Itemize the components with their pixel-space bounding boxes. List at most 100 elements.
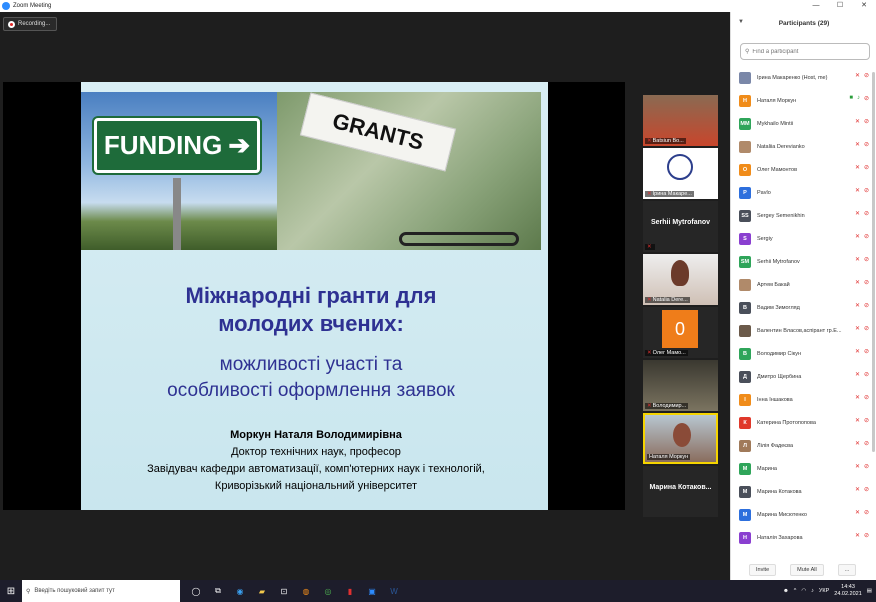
participant-row[interactable]: SM Serhii Mytrofanov ✕ ⊘ (731, 250, 876, 273)
firefox-icon[interactable]: ◍ (298, 583, 314, 599)
participant-name: Sergey Semenikhin (757, 212, 805, 219)
participant-avatar: М (739, 485, 751, 498)
zoom-app-icon[interactable]: ▣ (364, 583, 380, 599)
volume-icon[interactable]: ♪ (811, 588, 814, 594)
participant-avatar: К (739, 416, 751, 429)
participant-avatar: SM (739, 255, 751, 268)
maximize-button[interactable]: ☐ (828, 0, 852, 12)
file-explorer-icon[interactable]: ▰ (254, 583, 270, 599)
video-tile[interactable]: 0 ✕Олег Мамо... (643, 307, 718, 358)
video-off-icon: ⊘ (863, 73, 869, 79)
participant-row[interactable]: S Sergiy ✕ ⊘ (731, 227, 876, 250)
participant-row[interactable]: М Марина Мисютенко ✕ ⊘ (731, 503, 876, 526)
pdf-reader-icon[interactable]: ▮ (342, 583, 358, 599)
video-tile[interactable]: Марина Котаков... (643, 466, 718, 517)
participant-row[interactable]: І Інна Іншакова ✕ ⊘ (731, 388, 876, 411)
participant-status-icons: ✕ ⊘ (855, 486, 869, 493)
participant-row[interactable]: Валентин Власов,аспірант гр.Е... ✕ ⊘ (731, 319, 876, 342)
participant-name: Артем Бакай (757, 281, 790, 288)
chrome-icon[interactable]: ◎ (320, 583, 336, 599)
mic-muted-icon: ✕ (647, 191, 652, 197)
minimize-button[interactable]: — (804, 0, 828, 12)
participants-title: Participants (29) (778, 19, 830, 27)
glasses-graphic (399, 232, 519, 246)
participant-video (671, 260, 689, 286)
participant-row[interactable]: Nataliia Derevianko ✕ ⊘ (731, 135, 876, 158)
video-off-icon: ⊘ (863, 349, 869, 355)
participant-search[interactable]: ⚲ (740, 43, 870, 60)
notifications-icon[interactable]: ▤ (867, 588, 872, 594)
participant-status-icons: ✕ ⊘ (855, 187, 869, 194)
participant-row[interactable]: М Марина Котакова ✕ ⊘ (731, 480, 876, 503)
participant-avatar: М (739, 508, 751, 521)
close-button[interactable]: ✕ (852, 0, 876, 12)
author-degree: Доктор технічних наук, професор (231, 446, 401, 458)
wifi-icon[interactable]: ◠ (801, 588, 806, 594)
video-tile[interactable]: Serhii Mytrofanov ✕ (643, 201, 718, 252)
task-view-icon[interactable]: ◯ (188, 583, 204, 599)
participant-row[interactable]: MM Mykhailo Mintii ✕ ⊘ (731, 112, 876, 135)
person-icon[interactable]: ☻ (783, 588, 789, 594)
language-indicator[interactable]: УКР (819, 588, 829, 594)
participant-row[interactable]: Ірина Макаренко (Host, me) ✕ ⊘ (731, 66, 876, 89)
participant-row[interactable]: SS Sergey Semenikhin ✕ ⊘ (731, 204, 876, 227)
participant-search-input[interactable] (752, 48, 863, 55)
participant-row[interactable]: К Катерина Протопопова ✕ ⊘ (731, 411, 876, 434)
mic-muted-icon: ✕ (854, 257, 860, 263)
participant-name: Марина (757, 465, 777, 472)
taskbar-search[interactable]: ⚲ Введіть пошуковий запит тут (22, 580, 180, 602)
video-tile[interactable]: ✕Ірина Макаре... (643, 148, 718, 199)
active-speaker-tile[interactable]: Наталя Моркун (643, 413, 718, 464)
participant-row[interactable]: О Олег Мамонтов ✕ ⊘ (731, 158, 876, 181)
store-icon[interactable]: ⊡ (276, 583, 292, 599)
mic-muted-icon: ✕ (854, 211, 860, 217)
participant-row[interactable]: В Вадим Зимогляд ✕ ⊘ (731, 296, 876, 319)
participant-status-icons: ✕ ⊘ (855, 417, 869, 424)
slide-title: Міжнародні гранти для молодих вчених: (185, 283, 437, 336)
more-options-button[interactable]: ... (837, 564, 857, 576)
word-app-icon[interactable]: W (386, 583, 402, 599)
mic-muted-icon: ✕ (854, 349, 860, 355)
video-tile[interactable]: ✕Natalia Dere... (643, 254, 718, 305)
video-off-icon: ⊘ (863, 510, 869, 516)
participant-name: Володимир Сікун (757, 350, 801, 357)
video-tile[interactable]: ✕Володимир... (643, 360, 718, 411)
participant-row[interactable]: Д Дмитро Щербина ✕ ⊘ (731, 365, 876, 388)
university-crest-icon (667, 154, 693, 180)
mic-muted-icon: ✕ (647, 297, 652, 303)
participant-avatar: 0 (662, 310, 698, 348)
participant-row[interactable]: Л Лілія Фадеєва ✕ ⊘ (731, 434, 876, 457)
participant-row[interactable]: Н Наталія Захарова ✕ ⊘ (731, 526, 876, 549)
participant-name: Sergiy (757, 235, 773, 242)
mute-all-button[interactable]: Mute All (790, 564, 824, 576)
windows-start-button[interactable]: ⊞ (0, 580, 22, 602)
participant-name: Дмитро Щербина (757, 373, 802, 380)
participant-avatar: S (739, 232, 751, 245)
video-off-icon: ⊘ (863, 372, 869, 378)
participant-row[interactable]: Артем Бакай ✕ ⊘ (731, 273, 876, 296)
recording-label: Recording... (18, 21, 51, 27)
mic-muted-icon: ✕ (854, 533, 860, 539)
video-off-icon: ⊘ (863, 119, 869, 125)
task-switcher-icon[interactable]: ⧉ (210, 583, 226, 599)
slide-subtitle: можливості участі та особливості оформле… (167, 354, 455, 401)
chevron-down-icon[interactable]: ▼ (738, 19, 744, 25)
participant-name: Наталія Захарова (757, 534, 803, 541)
invite-button[interactable]: Invite (749, 564, 777, 576)
video-off-icon: ⊘ (863, 165, 869, 171)
video-on-icon: ■ (849, 95, 853, 101)
video-off-icon: ⊘ (863, 257, 869, 263)
video-tile[interactable]: ✕Batsiun Bo... (643, 95, 718, 146)
clock[interactable]: 14:43 24.02.2021 (834, 584, 862, 598)
sign-post (173, 178, 181, 250)
recording-indicator[interactable]: Recording... (3, 17, 58, 31)
edge-browser-icon[interactable]: ◉ (232, 583, 248, 599)
participant-row[interactable]: Н Наталя Моркун ■ ♪ ⊘ (731, 89, 876, 112)
search-icon: ⚲ (26, 588, 31, 595)
video-off-icon: ⊘ (863, 96, 869, 102)
participant-row[interactable]: P Pavlo ✕ ⊘ (731, 181, 876, 204)
tray-arrow-icon[interactable]: ^ (794, 588, 797, 594)
participant-row[interactable]: В Володимир Сікун ✕ ⊘ (731, 342, 876, 365)
participant-list-scrollbar[interactable] (872, 72, 875, 452)
participant-row[interactable]: М Марина ✕ ⊘ (731, 457, 876, 480)
